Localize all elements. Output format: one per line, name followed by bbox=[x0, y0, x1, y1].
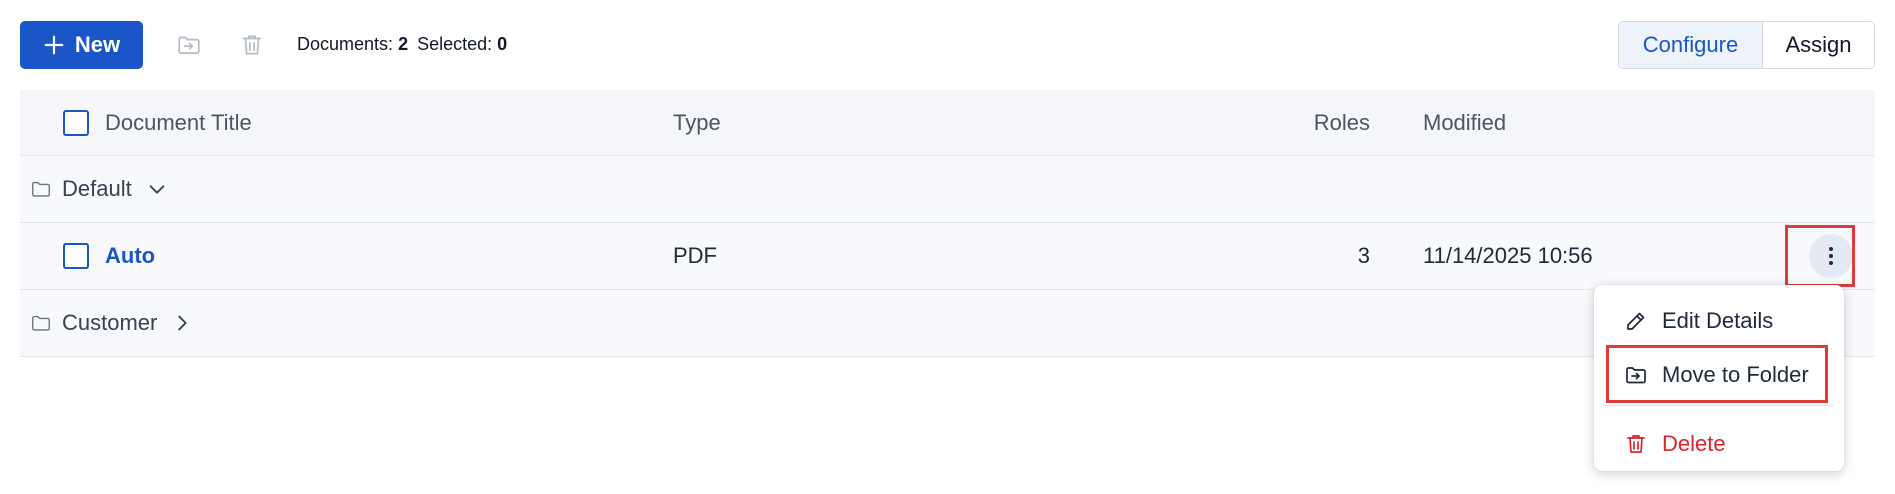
column-header-modified[interactable]: Modified bbox=[1423, 90, 1506, 155]
folder-cell: Customer bbox=[30, 290, 193, 356]
row-checkbox-cell bbox=[63, 223, 89, 289]
folder-row-default[interactable]: Default bbox=[20, 156, 1875, 223]
folder-icon bbox=[32, 315, 50, 331]
row-actions-menu: Edit Details Move to Folder Delete bbox=[1594, 285, 1844, 471]
toolbar: New Documents: 2 Selected: 0 Configure A… bbox=[20, 21, 1875, 69]
menu-item-move-to-folder[interactable]: Move to Folder bbox=[1594, 351, 1844, 399]
chevron-right-icon[interactable] bbox=[171, 312, 193, 334]
row-actions-button[interactable] bbox=[1809, 234, 1853, 278]
folder-name: Default bbox=[62, 176, 132, 201]
move-to-folder-icon bbox=[1626, 367, 1646, 384]
column-header-title[interactable]: Document Title bbox=[105, 90, 252, 155]
folder-cell: Default bbox=[30, 156, 168, 222]
document-roles: 3 bbox=[1357, 243, 1370, 268]
table-header: Document Title Type Roles Modified bbox=[20, 90, 1875, 156]
more-vertical-icon bbox=[1829, 247, 1833, 265]
pencil-icon bbox=[1627, 312, 1645, 330]
menu-item-label: Edit Details bbox=[1662, 308, 1774, 333]
document-counts: Documents: 2 Selected: 0 bbox=[297, 34, 507, 55]
new-button[interactable]: New bbox=[20, 21, 143, 69]
document-type: PDF bbox=[673, 243, 717, 268]
assign-button[interactable]: Assign bbox=[1763, 22, 1874, 68]
menu-item-delete[interactable]: Delete bbox=[1594, 420, 1844, 468]
menu-item-label: Delete bbox=[1662, 431, 1726, 456]
table-row: Auto PDF 3 11/14/2025 10:56 bbox=[20, 223, 1875, 290]
column-header-type[interactable]: Type bbox=[673, 90, 721, 155]
view-toggle: Configure Assign bbox=[1618, 21, 1875, 69]
menu-divider bbox=[1604, 405, 1834, 406]
documents-count-value: 2 bbox=[398, 34, 409, 54]
folder-icon bbox=[32, 181, 50, 197]
documents-count-label: Documents: bbox=[297, 34, 394, 54]
move-to-folder-toolbar-button[interactable] bbox=[175, 31, 203, 59]
configure-button[interactable]: Configure bbox=[1619, 22, 1763, 68]
select-all-checkbox[interactable] bbox=[63, 109, 89, 136]
document-title-link[interactable]: Auto bbox=[105, 223, 155, 289]
row-checkbox[interactable] bbox=[63, 243, 89, 269]
folder-name: Customer bbox=[62, 310, 158, 335]
select-all-cell bbox=[63, 90, 89, 155]
plus-icon bbox=[44, 35, 64, 55]
move-to-folder-icon bbox=[178, 36, 200, 54]
delete-toolbar-button[interactable] bbox=[238, 31, 266, 59]
selected-count-label: Selected: bbox=[417, 34, 493, 54]
trash-icon bbox=[1627, 435, 1645, 453]
document-modified: 11/14/2025 10:56 bbox=[1423, 243, 1593, 268]
column-header-roles[interactable]: Roles bbox=[1270, 90, 1370, 155]
chevron-down-icon[interactable] bbox=[146, 178, 168, 200]
menu-item-edit-details[interactable]: Edit Details bbox=[1594, 297, 1844, 345]
trash-icon bbox=[242, 35, 262, 55]
new-button-label: New bbox=[74, 32, 121, 57]
selected-count-value: 0 bbox=[497, 34, 508, 54]
menu-item-label: Move to Folder bbox=[1662, 362, 1809, 387]
